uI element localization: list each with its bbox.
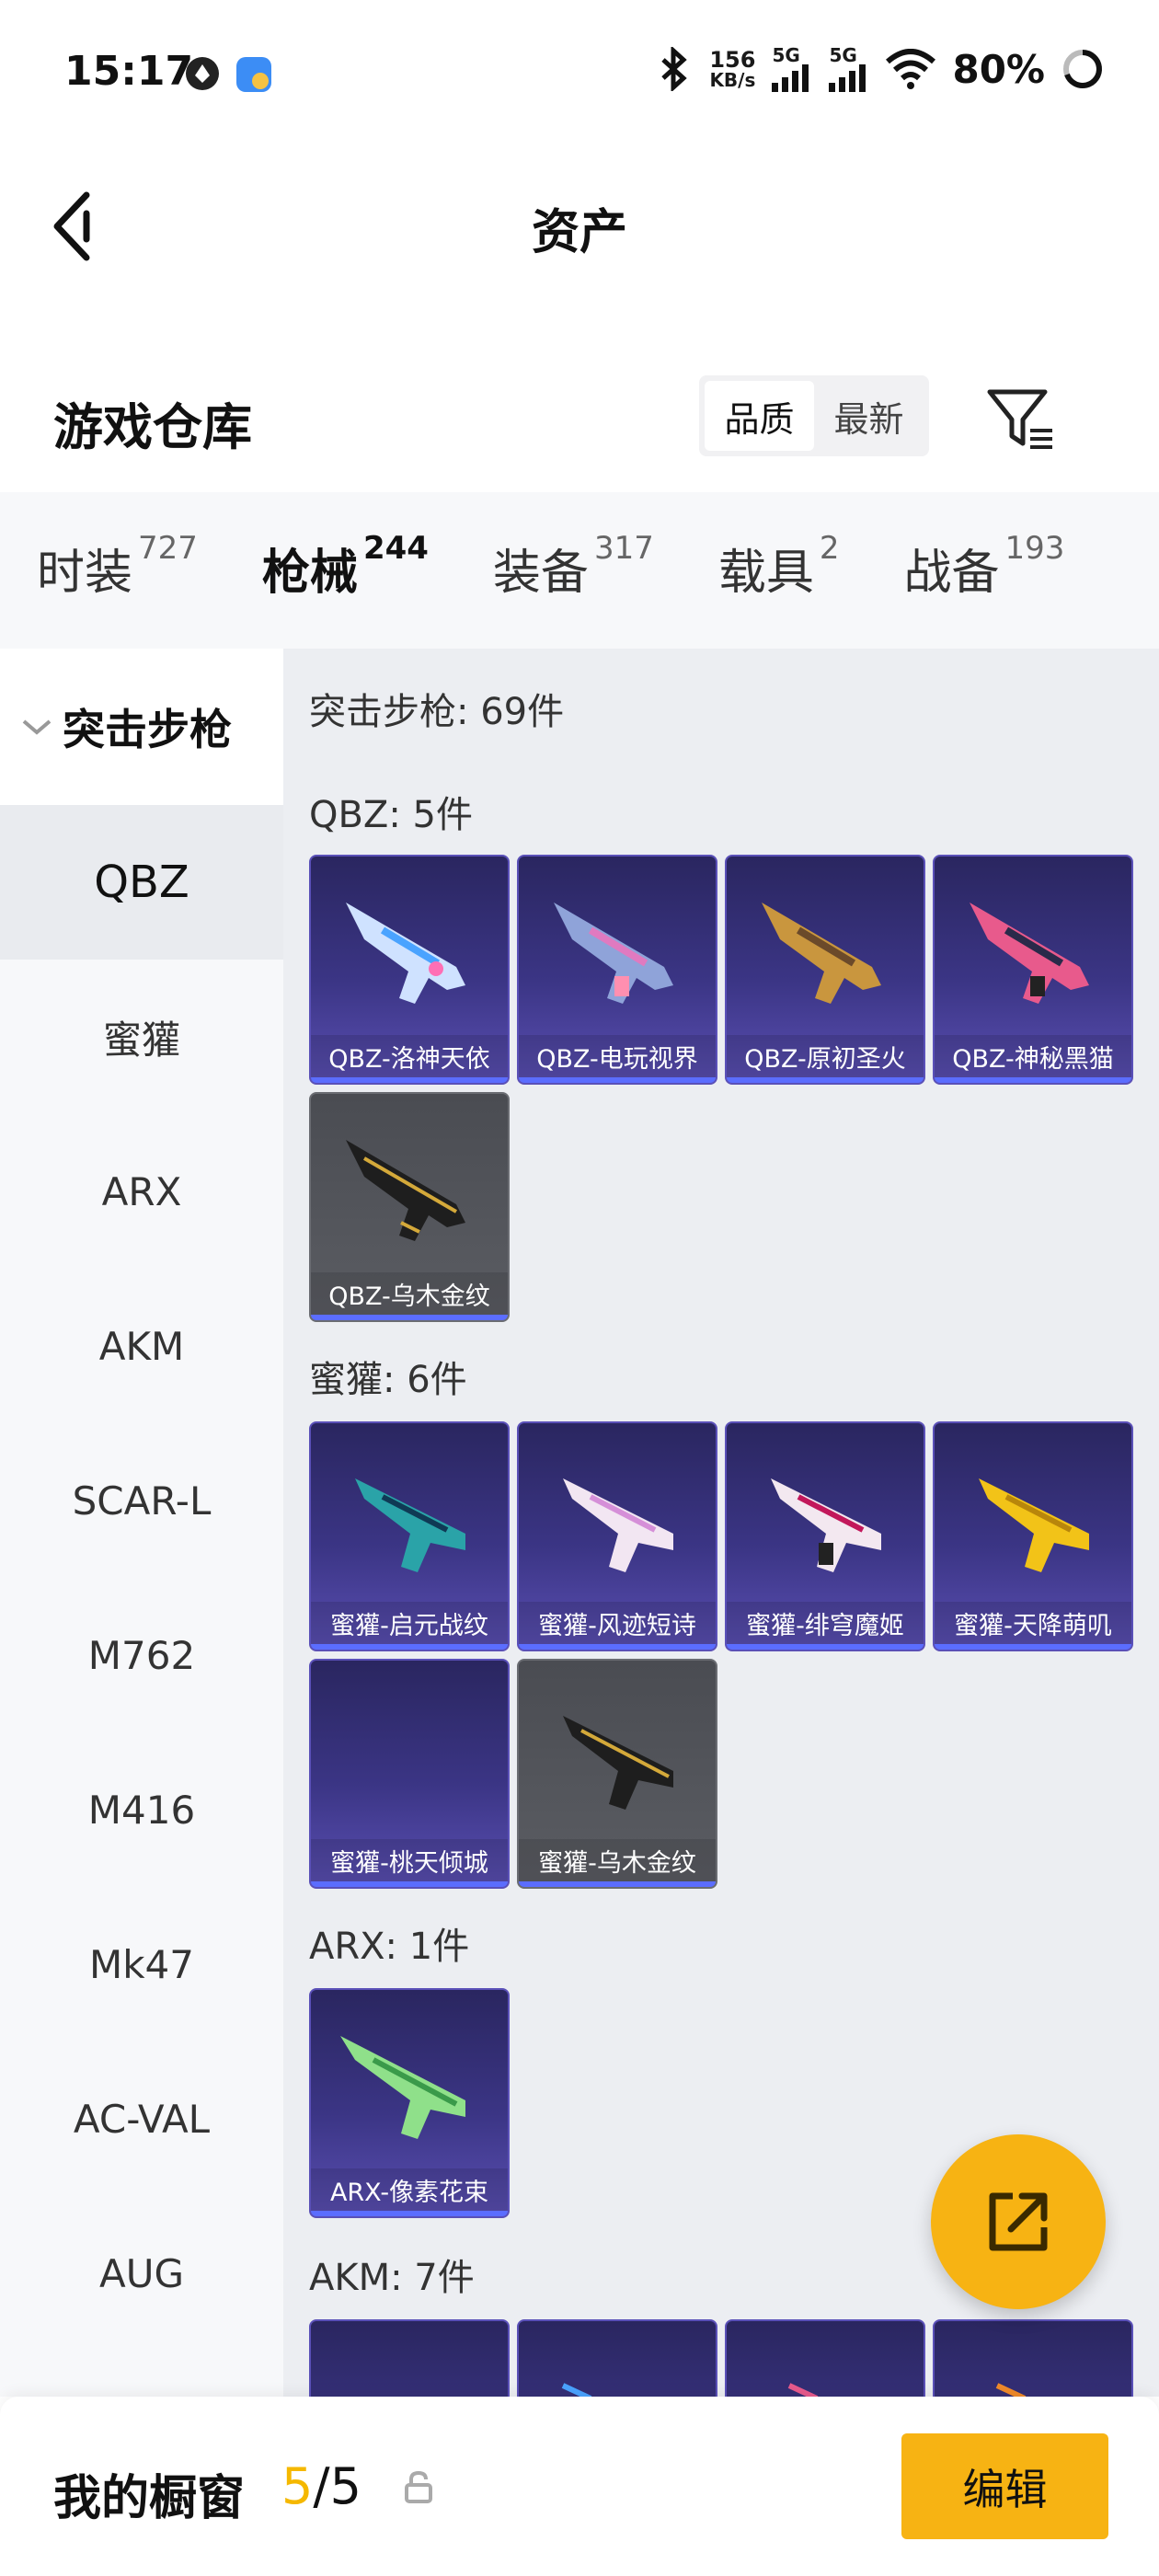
weapon-card[interactable]: 蜜獾-风迹短诗 xyxy=(517,1421,717,1651)
lock-icon xyxy=(405,2470,432,2503)
weapon-card[interactable] xyxy=(517,2319,717,2397)
smg-skin-image xyxy=(563,1716,673,1810)
filter-icon xyxy=(987,389,1052,449)
weapon-card[interactable] xyxy=(309,2319,510,2397)
section-header-qbz: QBZ: 5件 xyxy=(309,794,473,836)
sidebar-item-akm[interactable]: AKM xyxy=(0,1269,283,1423)
bluetooth-icon xyxy=(661,47,688,91)
showcase-title: 我的橱窗 xyxy=(53,2471,246,2526)
signal-sim2: 5G xyxy=(829,46,869,92)
net-speed: 156 KB/s xyxy=(709,47,756,91)
sidebar-item-m416[interactable]: M416 xyxy=(0,1732,283,1887)
rifle-skin-image xyxy=(561,2383,592,2397)
rifle-skin-image xyxy=(787,2383,819,2397)
sidebar-group-assault-rifles[interactable]: 突击步枪 xyxy=(0,649,283,805)
share-showcase-button[interactable] xyxy=(931,2134,1106,2309)
smg-skin-image xyxy=(355,1478,465,1572)
weapon-card[interactable] xyxy=(933,2319,1133,2397)
weapon-sidebar: 突击步枪 QBZ 蜜獾 ARX AKM SCAR-L M762 M416 Mk4… xyxy=(0,649,283,2397)
rifle-skin-image xyxy=(346,903,465,1004)
showcase-count: 5/5 xyxy=(281,2457,361,2515)
weapon-card[interactable]: QBZ-乌木金纹 xyxy=(309,1092,510,1322)
weapon-card[interactable]: 蜜獾-天降萌叽 xyxy=(933,1421,1133,1651)
status-time: 15:17 xyxy=(64,48,194,95)
signal-sim1: 5G xyxy=(772,46,812,92)
rifle-skin-image xyxy=(762,903,881,1004)
sort-option-newest[interactable]: 最新 xyxy=(814,381,924,451)
rifle-skin-image xyxy=(340,2036,465,2139)
smg-skin-image xyxy=(771,1478,881,1572)
rifle-skin-image xyxy=(995,2383,1027,2397)
section-header-akm: AKM: 7件 xyxy=(309,2257,475,2299)
sidebar-item-aug[interactable]: AUG xyxy=(0,2196,283,2351)
weapon-card[interactable]: QBZ-原初圣火 xyxy=(725,855,925,1085)
filter-button[interactable] xyxy=(984,383,1058,456)
smg-skin-image xyxy=(979,1478,1089,1572)
signal-bars-icon xyxy=(829,64,866,92)
title-bar: 资产 xyxy=(0,147,1159,304)
status-right: 156 KB/s 5G 5G 80% xyxy=(656,46,1104,92)
tab-fashion[interactable]: 时装 727 xyxy=(37,530,198,603)
category-tabs: 时装 727 枪械 244 装备 317 载具 2 战备 193 xyxy=(0,492,1159,661)
sidebar-item-scar-l[interactable]: SCAR-L xyxy=(0,1423,283,1578)
weapon-card[interactable] xyxy=(725,2319,925,2397)
showcase-bar: 我的橱窗 5/5 编辑 xyxy=(0,2397,1159,2576)
sidebar-item-arx[interactable]: ARX xyxy=(0,1114,283,1269)
warehouse-header: 游戏仓库 品质 最新 xyxy=(0,359,1159,478)
sidebar-item-qbz[interactable]: QBZ xyxy=(0,805,283,960)
share-edit-icon xyxy=(989,2192,1048,2251)
battery-ring-icon xyxy=(1063,50,1102,88)
rifle-skin-image xyxy=(970,903,1089,1004)
chevron-down-icon xyxy=(22,719,52,735)
edit-button[interactable]: 编辑 xyxy=(901,2433,1108,2539)
app-notification-icon xyxy=(186,57,219,90)
weapon-card[interactable]: 蜜獾-绯穹魔姬 xyxy=(725,1421,925,1651)
weapon-card[interactable]: ARX-像素花束 xyxy=(309,1988,510,2218)
section-header-arx: ARX: 1件 xyxy=(309,1926,470,1968)
warehouse-title: 游戏仓库 xyxy=(53,398,252,456)
wifi-icon xyxy=(886,49,936,89)
weapon-card[interactable]: QBZ-洛神天依 xyxy=(309,855,510,1085)
sidebar-item-m762[interactable]: M762 xyxy=(0,1578,283,1732)
rifle-skin-image xyxy=(346,1140,465,1241)
sidebar-item-ac-val[interactable]: AC-VAL xyxy=(0,2041,283,2196)
sort-option-quality[interactable]: 品质 xyxy=(705,381,814,451)
rifle-skin-image xyxy=(554,903,673,1004)
weapon-card[interactable]: 蜜獾-启元战纹 xyxy=(309,1421,510,1651)
tab-firearms[interactable]: 枪械 244 xyxy=(262,530,429,661)
section-header-honey-badger: 蜜獾: 6件 xyxy=(309,1359,467,1401)
sort-toggle: 品质 最新 xyxy=(699,375,929,456)
sidebar-item-mk47[interactable]: Mk47 xyxy=(0,1887,283,2041)
smg-skin-image xyxy=(563,1478,673,1572)
weapon-card[interactable]: QBZ-神秘黑猫 xyxy=(933,855,1133,1085)
status-bar: 15:17 156 KB/s 5G 5G 80% xyxy=(0,0,1159,147)
sidebar-item-honey-badger[interactable]: 蜜獾 xyxy=(0,960,283,1114)
category-total: 突击步枪: 69件 xyxy=(309,691,565,733)
tab-vehicles[interactable]: 载具 2 xyxy=(718,530,840,603)
app-notification-icon-2 xyxy=(236,57,271,92)
tab-supplies[interactable]: 战备 193 xyxy=(904,530,1065,603)
weapon-card[interactable]: QBZ-电玩视界 xyxy=(517,855,717,1085)
signal-bars-icon xyxy=(772,64,809,92)
page-title: 资产 xyxy=(531,205,627,260)
weapon-card[interactable]: 蜜獾-桃天倾城 xyxy=(309,1659,510,1889)
tab-equipment[interactable]: 装备 317 xyxy=(493,530,654,603)
weapon-card[interactable]: 蜜獾-乌木金纹 xyxy=(517,1659,717,1889)
battery-percent: 80% xyxy=(952,46,1045,92)
